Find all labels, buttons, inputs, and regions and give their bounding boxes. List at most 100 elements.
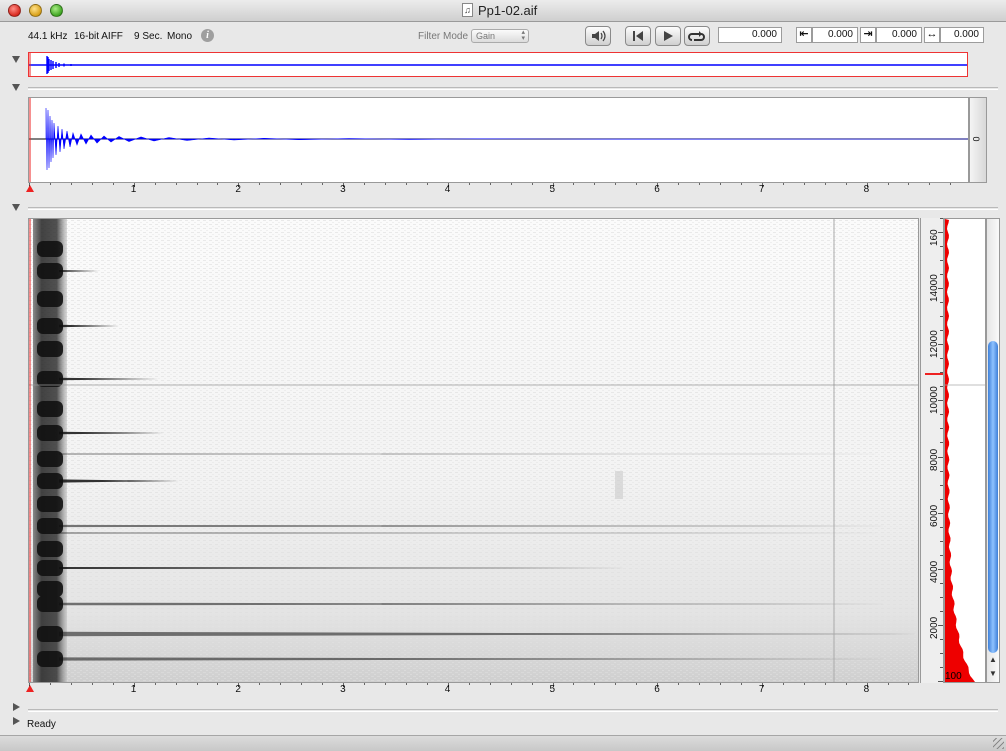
frequency-minor-tick [938, 512, 943, 514]
scrollbar-thumb[interactable] [988, 341, 998, 653]
spectrogram-scrollbar[interactable]: ▲ ▼ [986, 218, 1000, 683]
frequency-tick-label: 2000 [929, 616, 940, 639]
time-tick-label: 7 [758, 684, 765, 695]
frequency-minor-tick [938, 456, 943, 458]
selection-length-button[interactable]: ↔ [924, 27, 940, 43]
spectrogram-view[interactable] [28, 218, 919, 683]
time-minor-tick [384, 683, 386, 685]
time-minor-tick [573, 183, 575, 185]
frequency-minor-tick [940, 316, 943, 318]
info-icon[interactable]: i [201, 29, 214, 42]
time-minor-tick [175, 683, 177, 685]
time-tick-label: 3 [340, 184, 346, 195]
time-tick-label: 1 [130, 184, 137, 195]
frequency-minor-tick [938, 624, 943, 626]
time-minor-tick [426, 183, 428, 185]
frequency-minor-tick [940, 330, 943, 332]
time-minor-tick [447, 683, 449, 685]
position-field[interactable]: 0.000 [718, 27, 782, 43]
time-minor-tick [636, 183, 638, 185]
waveform-disclosure-triangle[interactable] [12, 84, 20, 91]
time-minor-tick [154, 183, 156, 185]
selection-start-button[interactable]: ⇤ [796, 27, 812, 43]
selection-end-field[interactable]: 0.000 [876, 27, 922, 43]
selection-length-field[interactable]: 0.000 [940, 27, 984, 43]
time-minor-tick [489, 183, 491, 185]
time-minor-tick [761, 183, 763, 185]
separator [28, 207, 998, 210]
time-minor-tick [594, 183, 596, 185]
duration-label: 9 Sec. [134, 31, 163, 42]
collapsed-disclosure-triangle[interactable] [13, 703, 20, 711]
time-minor-tick [301, 183, 303, 185]
spectrogram-disclosure-triangle[interactable] [12, 204, 20, 211]
frequency-minor-tick [940, 526, 943, 528]
frequency-minor-tick [938, 344, 943, 346]
time-minor-tick [720, 183, 722, 185]
separator [28, 87, 998, 90]
filter-mode-select[interactable]: Gain ▴ ▾ [471, 29, 529, 43]
time-tick-label: 4 [444, 684, 451, 695]
resize-grip-icon[interactable] [993, 738, 1004, 749]
title-bar[interactable]: ♫ Pp1-02.aif [0, 0, 1006, 22]
playhead-marker-icon[interactable] [26, 685, 34, 692]
minimize-window-button[interactable] [29, 4, 42, 17]
waveform-view[interactable] [28, 97, 969, 183]
profile-scale-label: 100 [945, 671, 962, 682]
time-tick-label: 1 [130, 684, 137, 695]
time-minor-tick [908, 183, 910, 185]
time-minor-tick [343, 183, 345, 185]
waveform-amplitude-scale[interactable]: 0 [969, 97, 987, 183]
time-minor-tick [91, 683, 93, 685]
frequency-minor-tick [940, 414, 943, 416]
time-minor-tick [824, 183, 826, 185]
time-minor-tick [740, 683, 742, 685]
frequency-minor-tick [940, 652, 943, 654]
time-minor-tick [803, 183, 805, 185]
time-minor-tick [740, 183, 742, 185]
filter-mode-value: Gain [476, 31, 496, 41]
frequency-minor-tick [940, 470, 943, 472]
overview-disclosure-triangle[interactable] [12, 56, 20, 63]
time-minor-tick [133, 183, 135, 185]
loop-button[interactable] [684, 26, 710, 46]
close-window-button[interactable] [8, 4, 21, 17]
overview-waveform[interactable] [28, 52, 968, 77]
status-disclosure-triangle[interactable] [13, 717, 20, 725]
time-minor-tick [259, 683, 261, 685]
waveform-graphic [29, 98, 968, 182]
onset-energy-blob [37, 401, 63, 417]
rewind-button[interactable] [625, 26, 651, 46]
onset-energy-blob [37, 241, 63, 257]
time-minor-tick [531, 183, 533, 185]
volume-button[interactable] [585, 26, 611, 46]
selection-start-field[interactable]: 0.000 [812, 27, 858, 43]
selection-end-button[interactable]: ⇥ [860, 27, 876, 43]
time-minor-tick [908, 683, 910, 685]
frequency-minor-tick [940, 596, 943, 598]
time-minor-tick [364, 683, 366, 685]
frequency-minor-tick [938, 568, 943, 570]
frequency-minor-tick [938, 232, 943, 234]
arrow-right-bar-icon: ⇥ [863, 28, 873, 40]
time-minor-tick [280, 683, 282, 685]
playhead-marker-icon[interactable] [26, 185, 34, 192]
frequency-minor-tick [940, 442, 943, 444]
play-button[interactable] [655, 26, 681, 46]
time-minor-tick [720, 683, 722, 685]
zoom-window-button[interactable] [50, 4, 63, 17]
time-minor-tick [887, 183, 889, 185]
frequency-minor-tick [940, 666, 943, 668]
frequency-cursor-marker[interactable] [925, 373, 943, 375]
frequency-minor-tick [940, 498, 943, 500]
time-minor-tick [468, 683, 470, 685]
frequency-profile[interactable]: 100 [944, 218, 986, 683]
scroll-down-arrow-icon[interactable]: ▼ [989, 669, 997, 678]
overview-waveform-graphic [29, 53, 967, 76]
scroll-up-arrow-icon[interactable]: ▲ [989, 655, 997, 664]
frequency-profile-graphic: 100 [945, 219, 985, 682]
time-minor-tick [322, 183, 324, 185]
frequency-minor-tick [940, 484, 943, 486]
time-minor-tick [364, 183, 366, 185]
select-arrows-icon: ▴ ▾ [521, 29, 525, 42]
